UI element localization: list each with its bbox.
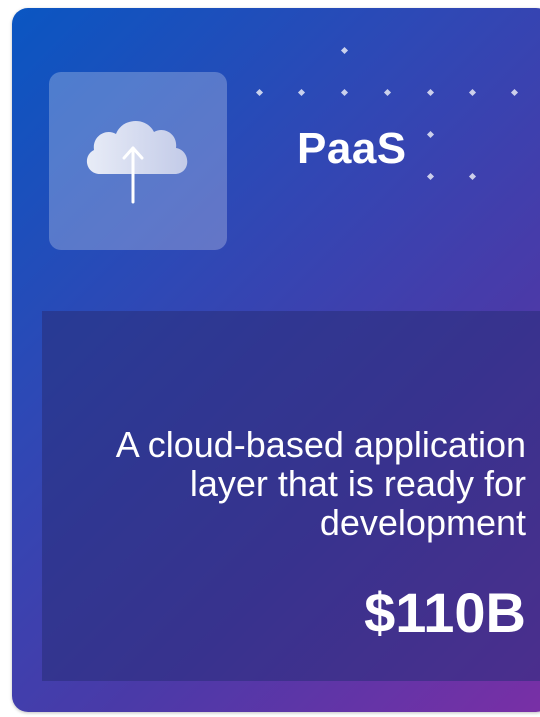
card-description: A cloud-based application layer that is …	[115, 424, 526, 543]
paas-card: PaaS A cloud-based application layer tha…	[12, 8, 540, 712]
icon-tile	[49, 72, 227, 250]
market-value: $110B	[364, 581, 526, 644]
description-panel: A cloud-based application layer that is …	[42, 311, 540, 681]
card-title: PaaS	[297, 124, 407, 173]
cloud-upload-icon	[86, 120, 188, 204]
